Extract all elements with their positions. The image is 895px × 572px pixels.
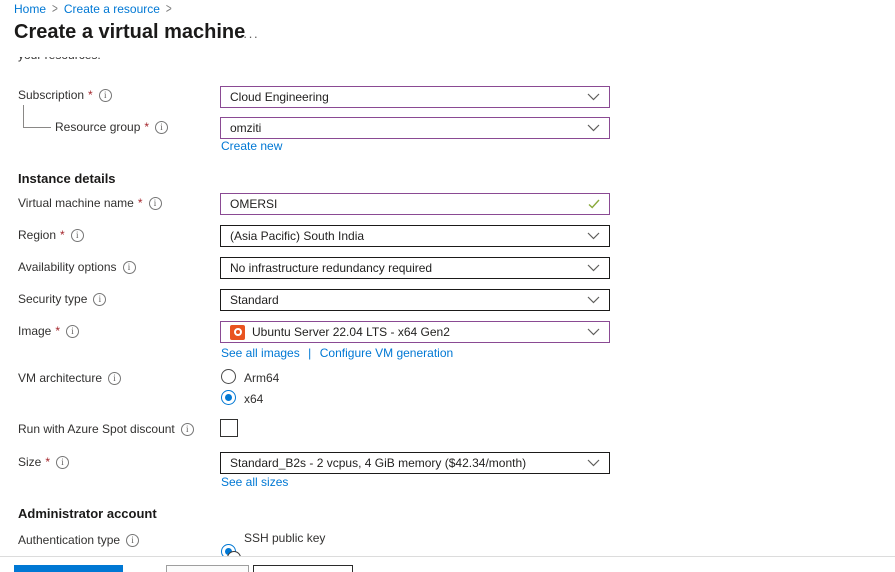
chevron-down-icon: [587, 232, 600, 240]
chevron-down-icon: [587, 296, 600, 304]
authentication-type-label: Authentication type i: [18, 533, 139, 547]
radio-ssh-public-key-label[interactable]: SSH public key: [244, 531, 325, 545]
size-dropdown[interactable]: Standard_B2s - 2 vcpus, 4 GiB memory ($4…: [220, 452, 610, 474]
info-icon[interactable]: i: [181, 423, 194, 436]
availability-options-label: Availability options i: [18, 260, 136, 274]
connector-line: [23, 105, 24, 128]
ubuntu-logo-icon: [230, 325, 245, 340]
footer-bar: [0, 556, 895, 572]
required-marker: *: [138, 196, 143, 210]
security-type-dropdown[interactable]: Standard: [220, 289, 610, 311]
size-label: Size * i: [18, 455, 69, 469]
vm-name-input[interactable]: OMERSI: [220, 193, 610, 215]
info-icon[interactable]: i: [108, 372, 121, 385]
info-icon[interactable]: i: [93, 293, 106, 306]
breadcrumb-create-resource-link[interactable]: Create a resource: [64, 2, 160, 16]
info-icon[interactable]: i: [71, 229, 84, 242]
breadcrumb: Home > Create a resource >: [14, 2, 172, 16]
next-button[interactable]: [253, 565, 353, 572]
connector-line: [23, 127, 51, 128]
radio-arm64[interactable]: [221, 369, 236, 384]
security-type-label: Security type i: [18, 292, 106, 306]
chevron-down-icon: [587, 93, 600, 101]
info-icon[interactable]: i: [155, 121, 168, 134]
info-icon[interactable]: i: [56, 456, 69, 469]
spot-discount-checkbox[interactable]: [220, 419, 238, 437]
create-vm-page: Home > Create a resource > Create a virt…: [0, 0, 895, 572]
info-icon[interactable]: i: [123, 261, 136, 274]
required-marker: *: [55, 324, 60, 338]
resource-group-dropdown[interactable]: omziti: [220, 117, 610, 139]
valid-check-icon: [588, 199, 600, 209]
region-label: Region * i: [18, 228, 84, 242]
clipped-intro-text: your resources.: [18, 57, 318, 64]
info-icon[interactable]: i: [99, 89, 112, 102]
required-marker: *: [144, 120, 149, 134]
info-icon[interactable]: i: [126, 534, 139, 547]
chevron-down-icon: [587, 459, 600, 467]
radio-x64[interactable]: [221, 390, 236, 405]
breadcrumb-home-link[interactable]: Home: [14, 2, 46, 16]
image-links: See all images | Configure VM generation: [221, 344, 453, 362]
required-marker: *: [60, 228, 65, 242]
spot-discount-label: Run with Azure Spot discount i: [18, 422, 194, 436]
radio-x64-label[interactable]: x64: [244, 392, 263, 406]
subscription-label: Subscription * i: [18, 88, 112, 102]
chevron-right-icon: >: [166, 1, 172, 16]
subscription-dropdown[interactable]: Cloud Engineering: [220, 86, 610, 108]
availability-options-dropdown[interactable]: No infrastructure redundancy required: [220, 257, 610, 279]
page-title: Create a virtual machine: [14, 21, 245, 44]
chevron-down-icon: [587, 328, 600, 336]
vm-architecture-label: VM architecture i: [18, 371, 121, 385]
chevron-down-icon: [587, 124, 600, 132]
see-all-sizes-link[interactable]: See all sizes: [221, 475, 288, 489]
region-dropdown[interactable]: (Asia Pacific) South India: [220, 225, 610, 247]
chevron-down-icon: [587, 264, 600, 272]
info-icon[interactable]: i: [66, 325, 79, 338]
create-new-link[interactable]: Create new: [221, 139, 282, 153]
instance-details-heading: Instance details: [18, 171, 116, 186]
link-separator: |: [308, 346, 311, 360]
image-dropdown[interactable]: Ubuntu Server 22.04 LTS - x64 Gen2: [220, 321, 610, 343]
administrator-account-heading: Administrator account: [18, 506, 157, 521]
see-all-images-link[interactable]: See all images: [221, 346, 300, 360]
vm-name-label: Virtual machine name * i: [18, 196, 162, 210]
resource-group-label: Resource group * i: [55, 120, 168, 134]
required-marker: *: [45, 455, 50, 469]
configure-vm-generation-link[interactable]: Configure VM generation: [320, 346, 453, 360]
info-icon[interactable]: i: [149, 197, 162, 210]
review-create-button[interactable]: [14, 565, 123, 572]
chevron-right-icon: >: [52, 1, 58, 16]
more-options-icon[interactable]: ···: [243, 29, 259, 44]
image-label: Image * i: [18, 324, 79, 338]
required-marker: *: [88, 88, 93, 102]
radio-arm64-label[interactable]: Arm64: [244, 371, 279, 385]
previous-button[interactable]: [166, 565, 249, 572]
